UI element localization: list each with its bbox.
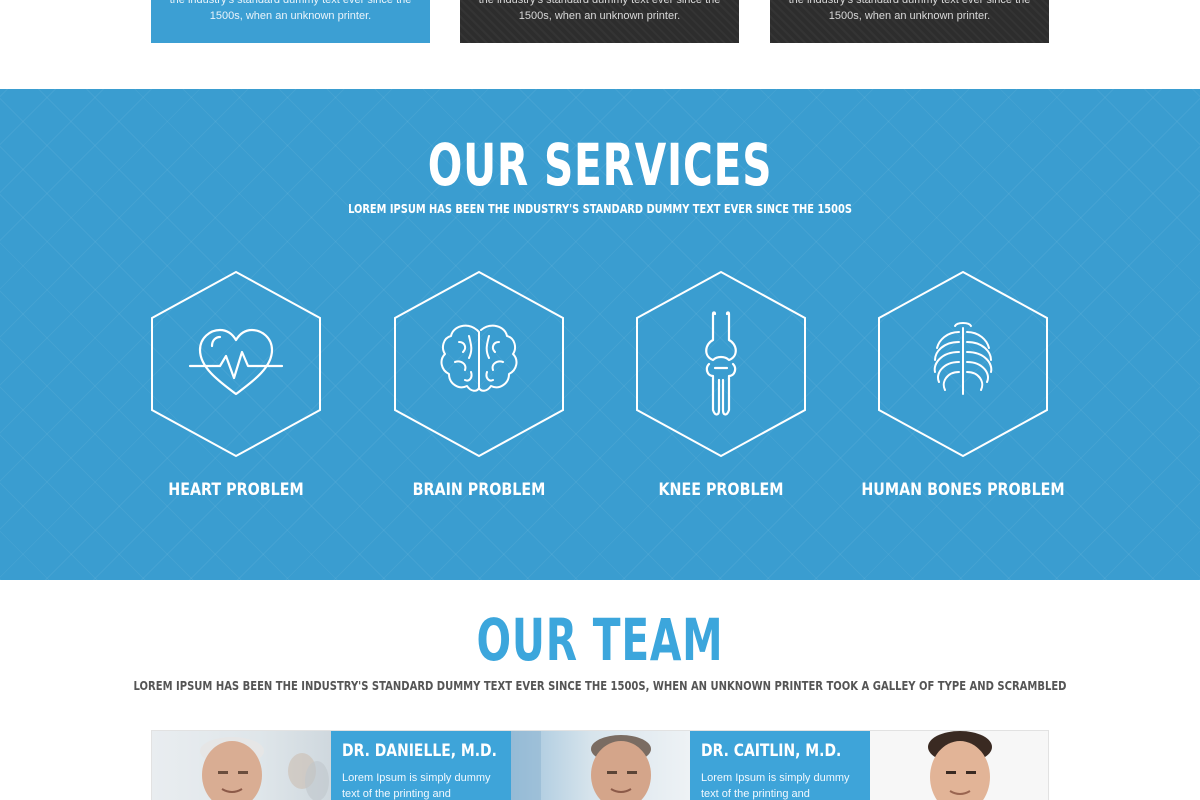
services-subtitle: LOREM IPSUM HAS BEEN THE INDUSTRY'S STAN…: [348, 202, 852, 216]
doctor-description: Lorem Ipsum is simply dummy: [342, 772, 491, 784]
service-label: HUMAN BONES PROBLEM: [861, 480, 1065, 500]
doctor-portrait: [511, 731, 651, 800]
hexagon-frame: [394, 270, 564, 458]
hexagon-frame: [878, 270, 1048, 458]
services-title: OUR SERVICES: [427, 131, 773, 199]
doctor-portrait: [928, 731, 992, 800]
doctor-description: text of the printing and: [701, 788, 810, 800]
feature-card-text: the industry's standard dummy text ever …: [478, 0, 721, 6]
doctor-name: DR. CAITLIN, M.D.: [701, 741, 842, 761]
feature-card-text: the industry's standard dummy text ever …: [169, 0, 412, 6]
hexagon-frame: [636, 270, 806, 458]
doctor-photo[interactable]: [870, 731, 1048, 800]
team-title: OUR TEAM: [476, 606, 724, 674]
doctor-card-1[interactable]: DR. DANIELLE, M.D. Lorem Ipsum is simply…: [331, 731, 511, 800]
feature-card-text: the industry's standard dummy text ever …: [788, 0, 1031, 6]
feature-card-3[interactable]: the industry's standard dummy text ever …: [770, 0, 1049, 43]
brain-icon: [440, 324, 518, 392]
service-knee[interactable]: KNEE PROBLEM: [635, 270, 807, 500]
services-section: OUR SERVICES LOREM IPSUM HAS BEEN THE IN…: [0, 89, 1200, 580]
heart-icon: [188, 328, 284, 396]
feature-card-text: 1500s, when an unknown printer.: [518, 10, 681, 22]
top-cards-strip: the industry's standard dummy text ever …: [0, 0, 1200, 89]
team-section: OUR TEAM LOREM IPSUM HAS BEEN THE INDUST…: [0, 580, 1200, 800]
service-bones[interactable]: HUMAN BONES PROBLEM: [861, 270, 1065, 500]
doctor-name: DR. DANIELLE, M.D.: [342, 741, 497, 761]
knee-icon: [705, 311, 737, 416]
doctor-description: Lorem Ipsum is simply dummy: [701, 772, 850, 784]
service-heart[interactable]: HEART PROBLEM: [150, 270, 322, 500]
hexagon-frame: [151, 270, 321, 458]
feature-card-text: 1500s, when an unknown printer.: [828, 10, 991, 22]
doctor-card-2[interactable]: DR. CAITLIN, M.D. Lorem Ipsum is simply …: [690, 731, 870, 800]
doctor-photo[interactable]: [152, 731, 331, 800]
feature-card-text: 1500s, when an unknown printer.: [209, 10, 372, 22]
team-members-row: DR. DANIELLE, M.D. Lorem Ipsum is simply…: [151, 730, 1049, 800]
service-brain[interactable]: BRAIN PROBLEM: [393, 270, 565, 500]
service-label: KNEE PROBLEM: [658, 480, 784, 500]
feature-card-2[interactable]: the industry's standard dummy text ever …: [460, 0, 739, 43]
team-subtitle: LOREM IPSUM HAS BEEN THE INDUSTRY'S STAN…: [133, 678, 1067, 693]
ribcage-icon: [933, 322, 993, 395]
doctor-portrait: [200, 737, 329, 800]
doctor-photo[interactable]: [511, 731, 690, 800]
service-label: HEART PROBLEM: [168, 480, 304, 500]
doctor-description: text of the printing and: [342, 788, 451, 800]
service-label: BRAIN PROBLEM: [412, 480, 546, 500]
feature-card-1[interactable]: the industry's standard dummy text ever …: [151, 0, 430, 43]
